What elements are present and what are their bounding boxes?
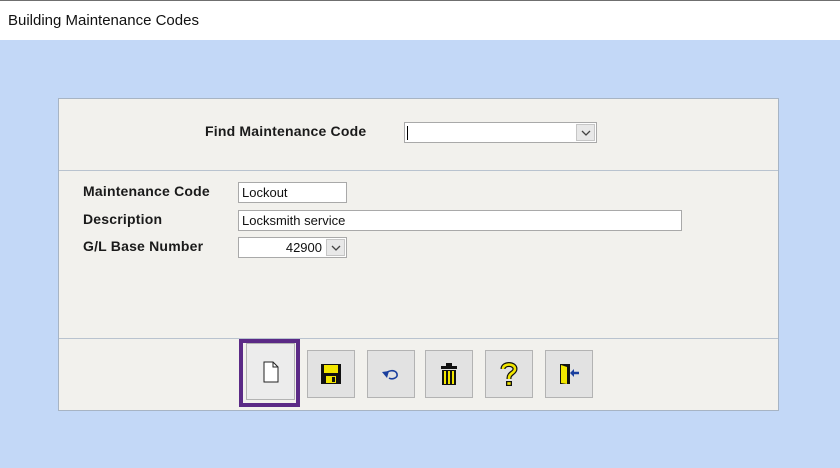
divider-bottom (59, 338, 778, 339)
gl-base-number-value: 42900 (285, 240, 322, 255)
find-code-dropdown-button[interactable] (576, 124, 595, 141)
divider-top (59, 170, 778, 171)
delete-button[interactable] (425, 350, 473, 398)
question-mark-icon (500, 362, 518, 386)
title-bar: Building Maintenance Codes (0, 0, 840, 40)
save-disk-icon (321, 364, 341, 384)
find-code-combobox[interactable] (404, 122, 597, 143)
gl-dropdown-button[interactable] (326, 239, 345, 256)
exit-door-icon (560, 364, 579, 384)
new-document-icon (263, 361, 278, 382)
description-label: Description (83, 211, 163, 227)
exit-button[interactable] (545, 350, 593, 398)
undo-button[interactable] (367, 350, 415, 398)
gl-base-number-label: G/L Base Number (83, 238, 204, 254)
new-button[interactable] (246, 343, 295, 400)
gl-base-number-combobox[interactable]: 42900 (238, 237, 347, 258)
help-button[interactable] (485, 350, 533, 398)
window-title: Building Maintenance Codes (8, 12, 199, 29)
chevron-down-icon (331, 245, 340, 251)
maintenance-code-label: Maintenance Code (83, 183, 210, 199)
text-cursor (407, 126, 408, 140)
find-code-label: Find Maintenance Code (205, 123, 367, 139)
trash-can-icon (441, 363, 457, 385)
main-panel: Find Maintenance Code Maintenance Code L… (58, 98, 779, 411)
undo-arrow-icon (382, 369, 398, 380)
description-field[interactable]: Locksmith service (238, 210, 682, 231)
chevron-down-icon (581, 130, 590, 136)
maintenance-code-field[interactable]: Lockout (238, 182, 347, 203)
save-button[interactable] (307, 350, 355, 398)
